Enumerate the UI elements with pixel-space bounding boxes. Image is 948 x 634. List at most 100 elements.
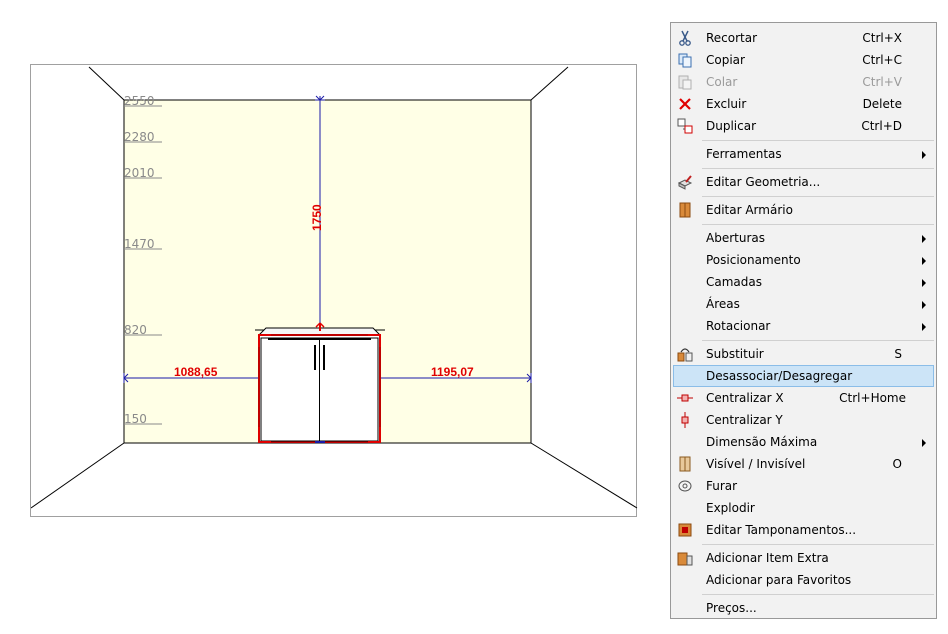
menu-item-drill[interactable]: Furar bbox=[673, 475, 934, 497]
center-y-icon bbox=[681, 412, 689, 428]
visibility-icon bbox=[679, 456, 691, 472]
menu-item-label: Recortar bbox=[706, 31, 758, 45]
menu-item-copy[interactable]: Copiar Ctrl+C bbox=[673, 49, 934, 71]
menu-item-shortcut: Delete bbox=[862, 97, 902, 111]
center-x-icon bbox=[677, 394, 693, 402]
menu-item-label: Adicionar Item Extra bbox=[706, 551, 829, 565]
menu-separator bbox=[702, 544, 934, 545]
menu-item-label: Adicionar para Favoritos bbox=[706, 573, 852, 587]
covers-icon bbox=[678, 523, 692, 537]
height-mark-label: 2010 bbox=[124, 166, 155, 180]
menu-item-max-dimension[interactable]: Dimensão Máxima bbox=[673, 431, 934, 453]
menu-item-shortcut: O bbox=[892, 457, 902, 471]
menu-item-label: Aberturas bbox=[706, 231, 765, 245]
height-mark-label: 820 bbox=[124, 323, 147, 337]
height-dimension-label: 1750 bbox=[310, 204, 324, 231]
menu-item-label: Camadas bbox=[706, 275, 762, 289]
scissors-icon bbox=[679, 30, 691, 46]
submenu-arrow-icon bbox=[922, 301, 926, 309]
submenu-arrow-icon bbox=[922, 151, 926, 159]
menu-item-add-favorites[interactable]: Adicionar para Favoritos bbox=[673, 569, 934, 591]
menu-item-visible[interactable]: Visível / Invisível O bbox=[673, 453, 934, 475]
menu-item-paste[interactable]: Colar Ctrl+V bbox=[673, 71, 934, 93]
menu-item-label: Ferramentas bbox=[706, 147, 782, 161]
menu-item-label: Editar Armário bbox=[706, 203, 793, 217]
menu-item-label: Furar bbox=[706, 479, 738, 493]
menu-item-label: Áreas bbox=[706, 297, 740, 311]
menu-item-shortcut: Ctrl+D bbox=[861, 119, 902, 133]
paste-icon bbox=[678, 75, 692, 90]
menu-item-label: Centralizar Y bbox=[706, 413, 783, 427]
cabinet[interactable] bbox=[255, 322, 385, 443]
corner-line-bottom-left bbox=[31, 442, 125, 509]
menu-item-tools[interactable]: Ferramentas bbox=[673, 143, 934, 165]
menu-item-label: Duplicar bbox=[706, 119, 757, 133]
right-clearance-label: 1195,07 bbox=[431, 365, 474, 379]
extra-item-icon bbox=[677, 552, 693, 566]
menu-item-label: Explodir bbox=[706, 501, 755, 515]
menu-item-add-extra[interactable]: Adicionar Item Extra bbox=[673, 547, 934, 569]
edit-geometry-icon bbox=[677, 175, 693, 190]
menu-item-shortcut: Ctrl+X bbox=[862, 31, 902, 45]
menu-item-label: Dimensão Máxima bbox=[706, 435, 818, 449]
menu-item-rotate[interactable]: Rotacionar bbox=[673, 315, 934, 337]
menu-item-prices[interactable]: Preços... bbox=[673, 597, 934, 619]
submenu-arrow-icon bbox=[922, 323, 926, 331]
menu-separator bbox=[702, 196, 934, 197]
room-elevation-drawing[interactable]: 2550 2280 2010 1470 820 150 1750 1088,65… bbox=[31, 65, 638, 518]
replace-icon bbox=[677, 348, 693, 362]
duplicate-icon bbox=[677, 118, 693, 134]
submenu-arrow-icon bbox=[922, 235, 926, 243]
height-mark-label: 2280 bbox=[124, 130, 155, 144]
left-clearance-label: 1088,65 bbox=[174, 365, 218, 379]
menu-item-label: Excluir bbox=[706, 97, 747, 111]
menu-item-openings[interactable]: Aberturas bbox=[673, 227, 934, 249]
menu-item-shortcut: Ctrl+Home bbox=[839, 391, 906, 405]
menu-item-explode[interactable]: Explodir bbox=[673, 497, 934, 519]
design-viewport[interactable]: 2550 2280 2010 1470 820 150 1750 1088,65… bbox=[30, 64, 638, 518]
submenu-arrow-icon bbox=[922, 257, 926, 265]
menu-item-areas[interactable]: Áreas bbox=[673, 293, 934, 315]
menu-item-center-y[interactable]: Centralizar Y bbox=[673, 409, 934, 431]
menu-separator bbox=[702, 168, 934, 169]
copy-icon bbox=[678, 53, 692, 68]
corner-line-top-right bbox=[530, 66, 569, 101]
menu-item-disassociate[interactable]: Desassociar/Desagregar bbox=[673, 365, 934, 387]
menu-item-label: Copiar bbox=[706, 53, 745, 67]
menu-item-duplicate[interactable]: Duplicar Ctrl+D bbox=[673, 115, 934, 137]
menu-separator bbox=[702, 140, 934, 141]
menu-item-label: Editar Tamponamentos... bbox=[706, 523, 857, 537]
corner-line-top-left bbox=[88, 66, 125, 101]
delete-x-icon bbox=[679, 98, 691, 110]
menu-item-label: Desassociar/Desagregar bbox=[706, 369, 853, 383]
menu-separator bbox=[702, 340, 934, 341]
cabinet-icon bbox=[679, 202, 691, 218]
menu-item-cut[interactable]: Recortar Ctrl+X bbox=[673, 27, 934, 49]
height-mark-label: 150 bbox=[124, 412, 147, 426]
menu-item-shortcut: Ctrl+C bbox=[862, 53, 902, 67]
menu-item-edit-covers[interactable]: Editar Tamponamentos... bbox=[673, 519, 934, 541]
menu-item-center-x[interactable]: Centralizar X Ctrl+Home bbox=[673, 387, 934, 409]
menu-item-shortcut: Ctrl+V bbox=[862, 75, 902, 89]
menu-item-label: Editar Geometria... bbox=[706, 175, 821, 189]
corner-line-bottom-right bbox=[530, 442, 638, 509]
menu-item-edit-geometry[interactable]: Editar Geometria... bbox=[673, 171, 934, 193]
drill-icon bbox=[678, 480, 692, 492]
menu-item-layers[interactable]: Camadas bbox=[673, 271, 934, 293]
menu-item-positioning[interactable]: Posicionamento bbox=[673, 249, 934, 271]
menu-separator bbox=[702, 594, 934, 595]
menu-item-shortcut: S bbox=[894, 347, 902, 361]
menu-item-label: Posicionamento bbox=[706, 253, 801, 267]
menu-separator bbox=[702, 224, 934, 225]
menu-item-label: Rotacionar bbox=[706, 319, 771, 333]
menu-item-label: Visível / Invisível bbox=[706, 457, 806, 471]
menu-item-edit-cabinet[interactable]: Editar Armário bbox=[673, 199, 934, 221]
submenu-arrow-icon bbox=[922, 439, 926, 447]
menu-item-label: Centralizar X bbox=[706, 391, 784, 405]
menu-item-label: Preços... bbox=[706, 601, 757, 615]
height-mark-label: 2550 bbox=[124, 94, 155, 108]
menu-item-label: Substituir bbox=[706, 347, 764, 361]
menu-item-replace[interactable]: Substituir S bbox=[673, 343, 934, 365]
menu-item-delete[interactable]: Excluir Delete bbox=[673, 93, 934, 115]
height-mark-label: 1470 bbox=[124, 237, 155, 251]
